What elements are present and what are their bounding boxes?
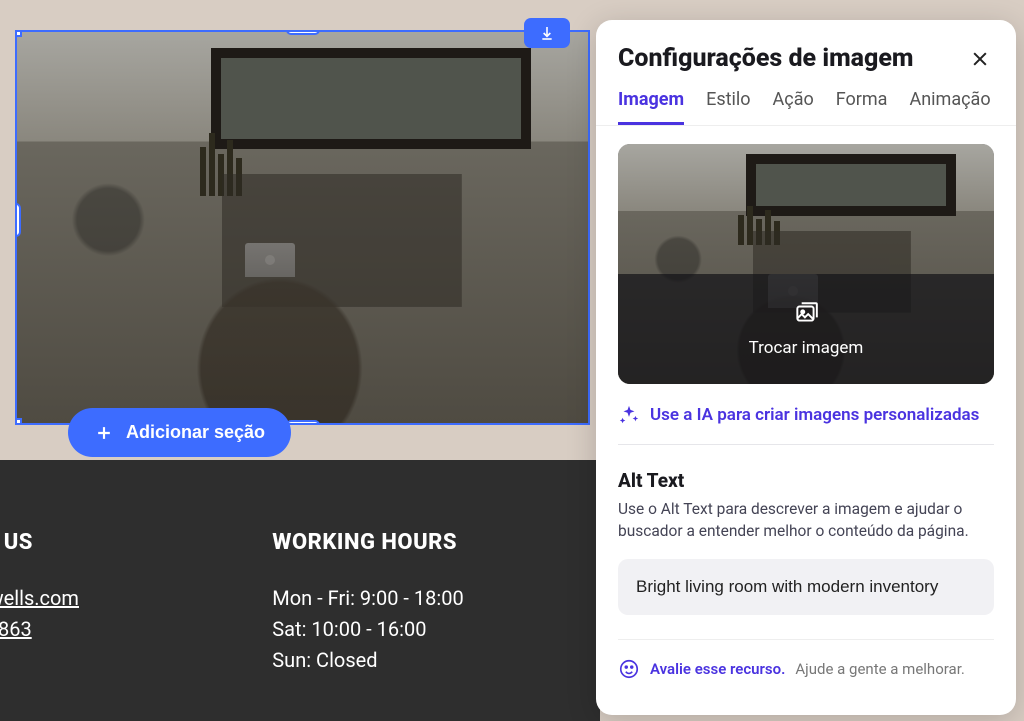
footer-phone-link[interactable]: (214) 965-8863 — [0, 617, 32, 641]
image-settings-panel: Configurações de imagem Imagem Estilo Aç… — [596, 20, 1016, 715]
resize-handle-left[interactable] — [15, 203, 21, 237]
selected-image-frame[interactable] — [15, 30, 590, 425]
alt-text-input[interactable] — [618, 559, 994, 615]
tab-acao[interactable]: Ação — [773, 89, 814, 125]
download-button[interactable] — [524, 18, 570, 48]
download-icon — [539, 25, 555, 41]
bottles-shape — [200, 126, 280, 196]
footer-hours-line: Sat: 10:00 - 16:00 — [272, 614, 560, 645]
footer-hours-line: Sun: Closed — [272, 645, 560, 676]
footer-email-link[interactable]: example@wells.com — [0, 586, 79, 610]
footer-hours-heading: WORKING HOURS — [272, 530, 560, 555]
sparkle-icon — [618, 404, 640, 426]
ai-generate-link[interactable]: Use a IA para criar imagens personalizad… — [618, 384, 994, 445]
alt-text-help: Use o Alt Text para descrever a imagem e… — [618, 498, 994, 543]
editor-canvas: Adicionar seção CONTACT US example@wells… — [0, 0, 600, 721]
smiley-icon — [618, 658, 640, 680]
tab-forma[interactable]: Forma — [836, 89, 888, 125]
tab-imagem[interactable]: Imagem — [618, 89, 684, 125]
wall-frame-shape — [211, 48, 531, 150]
close-button[interactable] — [966, 45, 994, 73]
bottles-shape — [738, 202, 791, 245]
plus-icon — [94, 423, 114, 443]
resize-handle-top-left[interactable] — [15, 30, 22, 37]
panel-tabs: Imagem Estilo Ação Forma Animação — [596, 83, 1016, 126]
tab-estilo[interactable]: Estilo — [706, 89, 750, 125]
alt-text-title: Alt Text — [618, 469, 994, 492]
feedback-link[interactable]: Avalie esse recurso. — [650, 660, 785, 678]
resize-handle-top[interactable] — [286, 30, 320, 35]
image-thumbnail[interactable]: Trocar imagem — [618, 144, 994, 384]
ai-generate-label: Use a IA para criar imagens personalizad… — [650, 405, 979, 425]
resize-handle-bottom-left[interactable] — [15, 418, 22, 425]
wall-frame-shape — [746, 154, 957, 216]
close-icon — [970, 49, 990, 69]
add-section-button[interactable]: Adicionar seção — [68, 408, 291, 457]
footer-hours-line: Mon - Fri: 9:00 - 18:00 — [272, 583, 560, 614]
swap-image-label: Trocar imagem — [749, 338, 864, 358]
alt-text-section: Alt Text Use o Alt Text para descrever a… — [618, 445, 994, 615]
resize-handle-bottom[interactable] — [286, 420, 320, 425]
image-icon — [793, 300, 819, 326]
image-preview — [17, 32, 588, 423]
feedback-help: Ajude a gente a melhorar. — [795, 660, 964, 678]
laptop-shape — [245, 243, 295, 277]
add-section-label: Adicionar seção — [126, 422, 265, 443]
footer-hours-col: WORKING HOURS Mon - Fri: 9:00 - 18:00 Sa… — [272, 530, 600, 676]
panel-title: Configurações de imagem — [618, 44, 914, 73]
footer-contact-heading: CONTACT US — [0, 530, 232, 555]
swap-image-overlay[interactable]: Trocar imagem — [618, 274, 994, 384]
feedback-row: Avalie esse recurso. Ajude a gente a mel… — [618, 639, 994, 680]
footer-contact-col: CONTACT US example@wells.com (214) 965-8… — [0, 530, 272, 676]
site-footer: CONTACT US example@wells.com (214) 965-8… — [0, 460, 600, 721]
tab-animacao[interactable]: Animação — [909, 89, 990, 125]
